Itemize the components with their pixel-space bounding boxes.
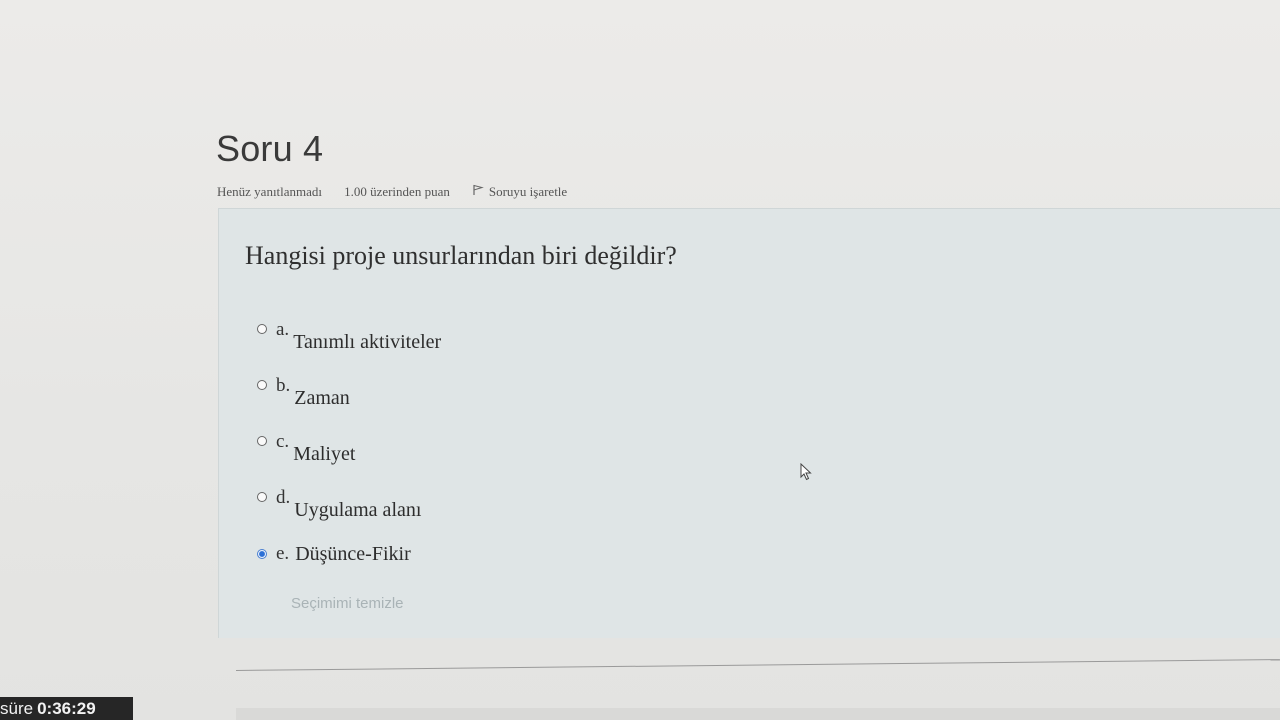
answer-option-c[interactable]: c. Maliyet [257, 431, 441, 487]
flag-question-link[interactable]: Soruyu işaretle [472, 184, 567, 200]
answer-letter: a. [276, 319, 290, 340]
answer-letter: b. [276, 375, 291, 396]
question-points: 1.00 üzerinden puan [344, 184, 450, 199]
answer-option-b[interactable]: b. Zaman [257, 375, 441, 431]
radio-button-e[interactable] [257, 549, 267, 559]
quiz-page: Soru 4 Henüz yanıtlanmadı 1.00 üzerinden… [0, 0, 1280, 720]
question-info: Henüz yanıtlanmadı 1.00 üzerinden puan S… [217, 184, 567, 200]
radio-button-b[interactable] [257, 380, 267, 390]
divider [235, 659, 1280, 671]
answer-letter: d. [276, 487, 291, 508]
answer-letter: c. [276, 431, 290, 452]
radio-button-d[interactable] [257, 492, 267, 502]
radio-button-a[interactable] [257, 324, 267, 334]
timer-value: 0:36:29 [37, 699, 96, 718]
mouse-pointer-icon [800, 462, 812, 481]
answer-label[interactable]: Maliyet [293, 443, 355, 466]
radio-button-c[interactable] [257, 436, 267, 446]
answer-label[interactable]: Zaman [294, 387, 350, 410]
answer-option-e[interactable]: e. Düşünce-Fikir [257, 543, 441, 599]
question-text: Hangisi proje unsurlarından biri değildi… [245, 241, 677, 270]
flag-question-label: Soruyu işaretle [488, 184, 568, 199]
clear-selection-link[interactable]: Seçimimi temizle [291, 595, 404, 612]
next-question-area [236, 708, 1280, 720]
question-title: Soru 4 [216, 128, 324, 169]
timer-badge: süre 0:36:29 [0, 697, 133, 720]
answer-option-d[interactable]: d. Uygulama alanı [257, 487, 441, 543]
question-card: Hangisi proje unsurlarından biri değildi… [218, 208, 1280, 638]
answer-label[interactable]: Tanımlı aktiviteler [293, 331, 441, 354]
answer-option-a[interactable]: a. Tanımlı aktiviteler [257, 319, 441, 375]
answer-letter: e. [276, 543, 290, 564]
answer-label[interactable]: Düşünce-Fikir [295, 543, 411, 566]
timer-label: süre [0, 699, 34, 718]
answer-label[interactable]: Uygulama alanı [294, 499, 421, 522]
flag-icon [472, 184, 484, 200]
answer-list: a. Tanımlı aktiviteler b. Zaman c. Maliy… [257, 319, 441, 599]
question-status: Henüz yanıtlanmadı [217, 184, 323, 199]
